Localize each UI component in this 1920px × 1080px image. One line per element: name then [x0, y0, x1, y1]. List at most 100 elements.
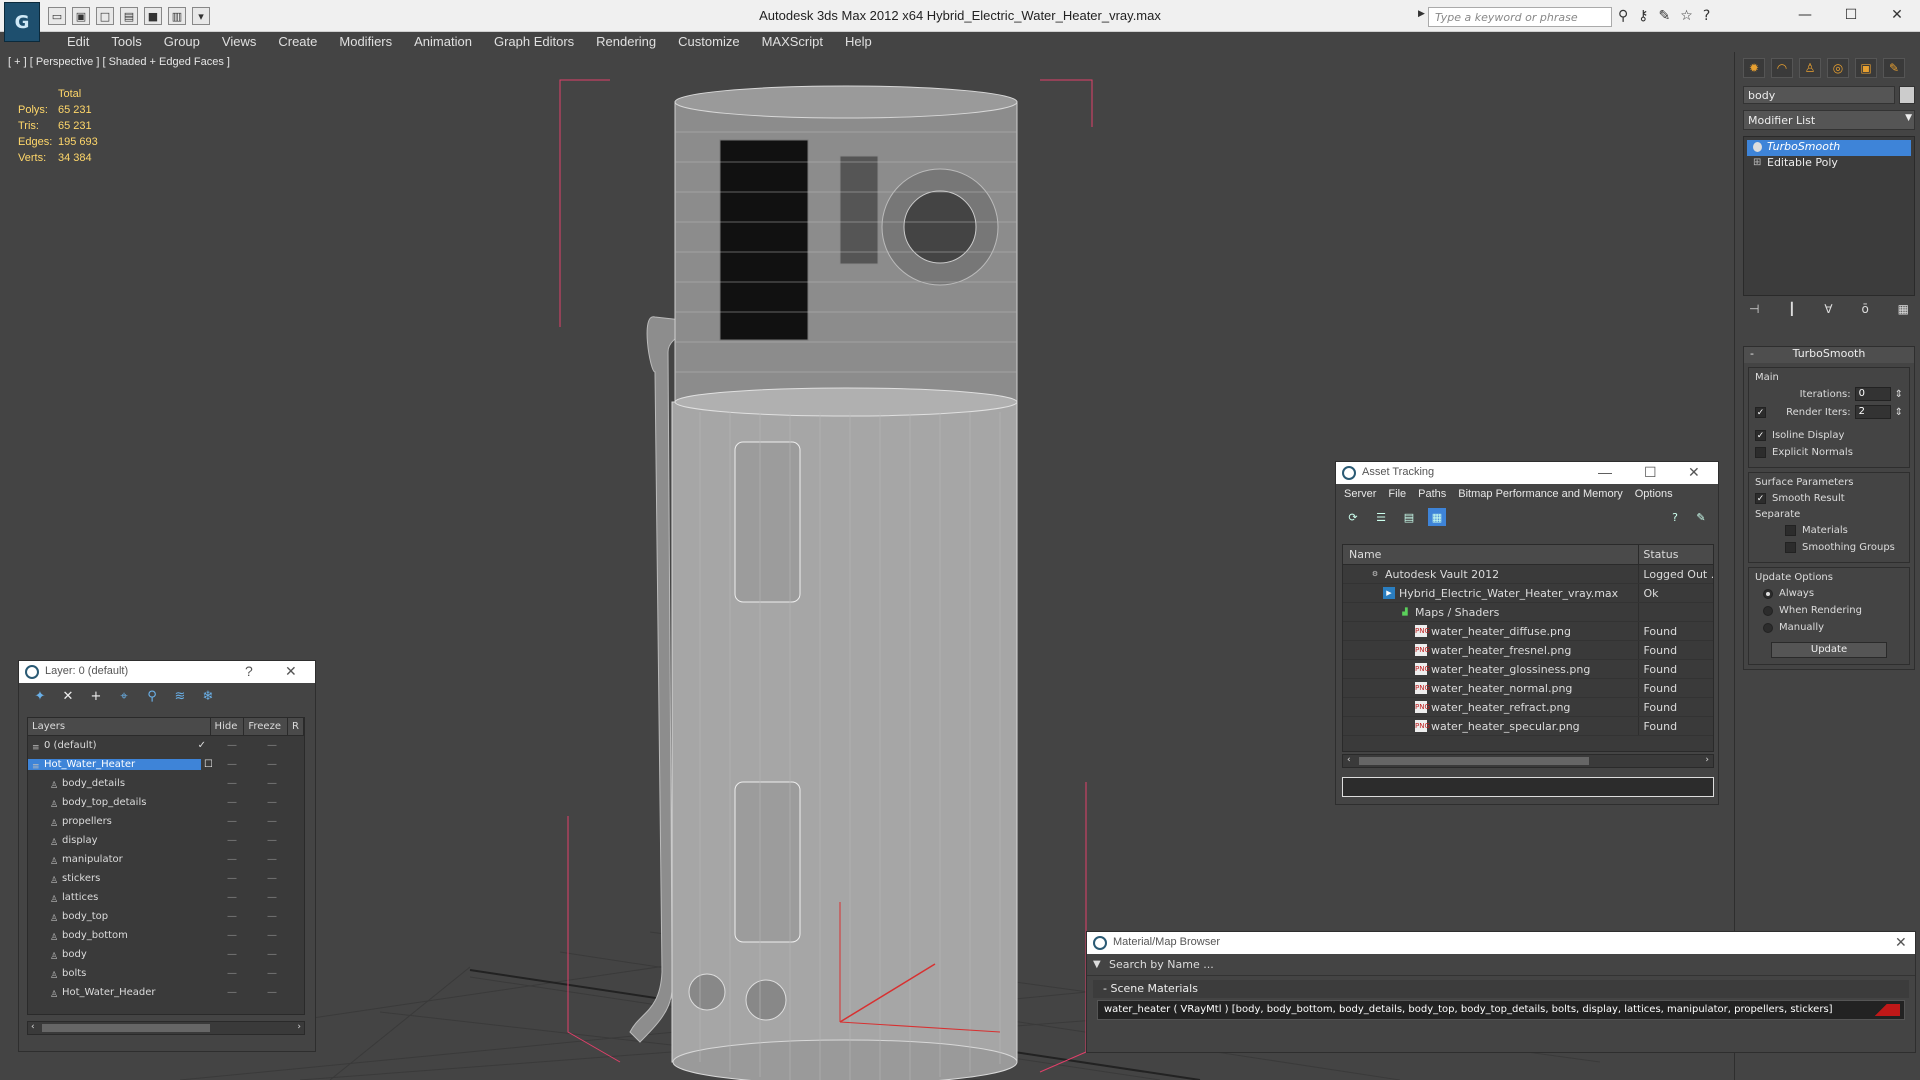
render-iters-spinner[interactable]: 2: [1854, 405, 1891, 419]
material-search-input[interactable]: ▼ Search by Name ...: [1087, 954, 1915, 976]
menu-create[interactable]: Create: [267, 32, 328, 52]
set-current-box-icon[interactable]: ☐: [201, 759, 212, 770]
create-tab-icon[interactable]: ✹: [1743, 58, 1765, 78]
hide-toggle[interactable]: —: [212, 740, 252, 751]
render-iters-checkbox[interactable]: ✓: [1755, 406, 1766, 418]
menu-edit[interactable]: Edit: [56, 32, 100, 52]
close-button[interactable]: ✕: [1874, 0, 1920, 30]
hide-toggle[interactable]: —: [212, 930, 252, 941]
binoculars-icon[interactable]: ⚲: [1618, 8, 1628, 24]
asset-row[interactable]: PNG water_heater_fresnel.png Found: [1343, 641, 1713, 660]
object-name-field[interactable]: body: [1743, 86, 1895, 104]
manually-radio[interactable]: [1763, 622, 1773, 633]
remove-modifier-icon[interactable]: ō: [1861, 302, 1868, 316]
subscription-icon[interactable]: ⚷: [1638, 8, 1648, 24]
close-icon[interactable]: ✕: [285, 663, 297, 680]
motion-tab-icon[interactable]: ◎: [1827, 58, 1849, 78]
material-browser-titlebar[interactable]: Material/Map Browser ✕: [1087, 932, 1915, 954]
hide-toggle[interactable]: —: [212, 759, 252, 770]
hold-icon[interactable]: ▤: [120, 7, 138, 25]
table-view-icon[interactable]: ▦: [1428, 508, 1446, 526]
hide-all-icon[interactable]: ≋: [171, 689, 189, 705]
close-icon[interactable]: ✕: [1895, 934, 1907, 951]
when-rendering-radio[interactable]: [1763, 605, 1773, 616]
hide-toggle[interactable]: —: [212, 778, 252, 789]
asset-row[interactable]: PNG water_heater_diffuse.png Found: [1343, 622, 1713, 641]
freeze-toggle[interactable]: —: [252, 854, 292, 865]
hide-toggle[interactable]: —: [212, 835, 252, 846]
show-end-result-icon[interactable]: ┃: [1788, 302, 1795, 316]
display-tab-icon[interactable]: ▣: [1855, 58, 1877, 78]
asset-row[interactable]: ▶ Hybrid_Electric_Water_Heater_vray.max O…: [1343, 584, 1713, 603]
menu-help[interactable]: Help: [834, 32, 883, 52]
freeze-toggle[interactable]: —: [252, 816, 292, 827]
isoline-checkbox[interactable]: ✓: [1755, 430, 1766, 441]
list-view-icon[interactable]: ☰: [1372, 508, 1390, 526]
stack-item-turbosmooth[interactable]: TurboSmooth: [1747, 140, 1911, 156]
pin-stack-icon[interactable]: ⊣: [1749, 302, 1759, 316]
asset-row[interactable]: PNG water_heater_normal.png Found: [1343, 679, 1713, 698]
column-render[interactable]: R: [288, 718, 304, 735]
menu-graph-editors[interactable]: Graph Editors: [483, 32, 585, 52]
project-icon[interactable]: ▥: [168, 7, 186, 25]
freeze-toggle[interactable]: —: [252, 740, 292, 751]
always-radio[interactable]: [1763, 588, 1773, 599]
materials-checkbox[interactable]: [1785, 525, 1796, 536]
hide-toggle[interactable]: —: [212, 949, 252, 960]
hierarchy-tab-icon[interactable]: ♙: [1799, 58, 1821, 78]
scroll-right-icon[interactable]: ›: [297, 1022, 301, 1032]
asset-row[interactable]: ▟ Maps / Shaders: [1343, 603, 1713, 622]
menu-tools[interactable]: Tools: [100, 32, 152, 52]
modifier-list-dropdown[interactable]: Modifier List ▼: [1743, 110, 1915, 130]
layer-row[interactable]: ♙ Hot_Water_Header — —: [28, 983, 304, 1002]
layer-row[interactable]: ♙ body — —: [28, 945, 304, 964]
help-icon[interactable]: ?: [1703, 8, 1710, 24]
update-button[interactable]: Update: [1771, 642, 1887, 658]
hide-toggle[interactable]: —: [212, 816, 252, 827]
freeze-toggle[interactable]: —: [252, 949, 292, 960]
explicit-normals-checkbox[interactable]: [1755, 447, 1766, 458]
asset-row[interactable]: ⚙ Autodesk Vault 2012 Logged Out .: [1343, 565, 1713, 584]
favorites-star-icon[interactable]: ☆: [1680, 8, 1693, 24]
menu-views[interactable]: Views: [211, 32, 267, 52]
help-icon[interactable]: ?: [245, 663, 253, 679]
viewport-label[interactable]: [ + ] [ Perspective ] [ Shaded + Edged F…: [8, 56, 230, 68]
help-search-input[interactable]: Type a keyword or phrase: [1428, 7, 1612, 27]
hide-toggle[interactable]: —: [212, 968, 252, 979]
freeze-toggle[interactable]: —: [252, 759, 292, 770]
scroll-left-icon[interactable]: ‹: [31, 1022, 35, 1032]
communication-icon[interactable]: ✎: [1659, 8, 1671, 24]
freeze-toggle[interactable]: —: [252, 892, 292, 903]
iterations-spinner[interactable]: 0: [1854, 387, 1891, 401]
smoothing-groups-checkbox[interactable]: [1785, 542, 1796, 553]
layer-row[interactable]: ♙ display — —: [28, 831, 304, 850]
material-entry[interactable]: water_heater ( VRayMtl ) [body, body_bot…: [1097, 1000, 1905, 1020]
expand-plus-icon[interactable]: ⊞: [1753, 157, 1761, 168]
help-icon[interactable]: ?: [1666, 508, 1684, 526]
menu-server[interactable]: Server: [1344, 488, 1376, 504]
maximize-icon[interactable]: ☐: [1644, 464, 1657, 481]
asset-row[interactable]: PNG water_heater_refract.png Found: [1343, 698, 1713, 717]
layer-row[interactable]: ♙ body_bottom — —: [28, 926, 304, 945]
menu-group[interactable]: Group: [153, 32, 211, 52]
close-icon[interactable]: ✕: [1688, 464, 1700, 481]
layer-row[interactable]: ♙ body_top_details — —: [28, 793, 304, 812]
hide-toggle[interactable]: —: [212, 797, 252, 808]
hide-toggle[interactable]: —: [212, 987, 252, 998]
spinner-arrows-icon[interactable]: ⇕: [1895, 389, 1903, 400]
open-icon[interactable]: ▭: [48, 7, 66, 25]
add-to-layer-icon[interactable]: +: [87, 689, 105, 705]
hide-toggle[interactable]: —: [212, 873, 252, 884]
freeze-toggle[interactable]: —: [252, 835, 292, 846]
menu-maxscript[interactable]: MAXScript: [751, 32, 834, 52]
layer-manager-titlebar[interactable]: Layer: 0 (default) ? ✕: [19, 661, 315, 683]
layer-row[interactable]: ≡ 0 (default) ✓ — —: [28, 736, 304, 755]
scroll-right-icon[interactable]: ›: [1705, 755, 1709, 765]
minimize-icon[interactable]: —: [1598, 464, 1612, 480]
scrollbar-thumb[interactable]: [1359, 757, 1589, 765]
menu-modifiers[interactable]: Modifiers: [328, 32, 403, 52]
asset-row[interactable]: PNG water_heater_glossiness.png Found: [1343, 660, 1713, 679]
stack-item-editable-poly[interactable]: ⊞ Editable Poly: [1747, 156, 1911, 172]
save-icon[interactable]: ▣: [72, 7, 90, 25]
application-logo-icon[interactable]: G: [4, 2, 40, 42]
